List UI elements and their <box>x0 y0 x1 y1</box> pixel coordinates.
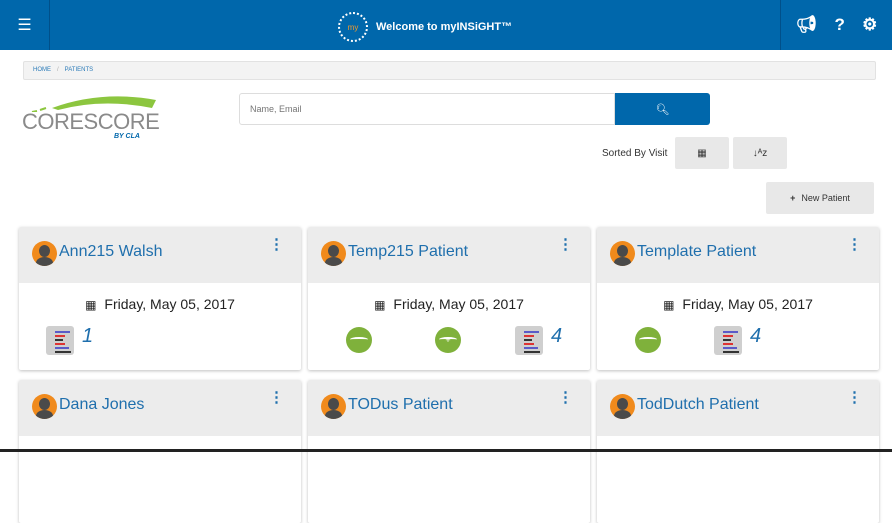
avatar-icon <box>32 394 57 419</box>
sort-alpha-icon: ↓ᴬz <box>752 147 768 159</box>
patient-name[interactable]: TODus Patient <box>348 396 453 414</box>
patient-name[interactable]: TodDutch Patient <box>637 396 759 414</box>
sort-by-date-button[interactable]: ▦ <box>675 137 729 169</box>
corescore-logo: CORESCORE BY CLA <box>22 92 162 148</box>
card-body: ▦ Friday, May 05, 2017 1 <box>19 283 301 370</box>
card-header: Ann215 Walsh ⋮ <box>19 227 301 283</box>
card-header: Temp215 Patient ⋮ <box>308 227 590 283</box>
help-icon[interactable]: ? <box>834 15 844 35</box>
visit-date: ▦ Friday, May 05, 2017 <box>19 296 301 312</box>
calendar-icon: ▦ <box>697 147 707 159</box>
menu-button[interactable]: ☰ <box>0 0 50 50</box>
patient-card: Template Patient ⋮ ▦ Friday, May 05, 2017 … <box>597 227 879 370</box>
search-input[interactable] <box>239 93 615 125</box>
patient-name[interactable]: Template Patient <box>637 243 756 261</box>
avatar-icon <box>610 241 635 266</box>
breadcrumb-patients[interactable]: PATIENTS <box>65 67 93 73</box>
report-icon[interactable] <box>46 326 74 355</box>
patient-name[interactable]: Dana Jones <box>59 396 144 414</box>
gear-icon[interactable]: ⚙ <box>862 15 877 35</box>
more-options-icon[interactable]: ⋮ <box>269 237 284 252</box>
avatar-icon <box>32 241 57 266</box>
app-title: Welcome to myINSiGHT™ <box>376 21 513 33</box>
card-header: TodDutch Patient ⋮ <box>597 380 879 436</box>
card-body: ▦ Friday, May 05, 2017 4 <box>597 283 879 370</box>
logo-subtitle: BY CLA <box>114 133 140 140</box>
breadcrumb-home[interactable]: HOME <box>33 67 51 73</box>
visit-date: ▦ Friday, May 05, 2017 <box>597 296 879 312</box>
sorted-by-label: Sorted By Visit <box>602 148 668 159</box>
report-count[interactable]: 1 <box>82 325 93 348</box>
report-count[interactable]: 4 <box>750 325 761 348</box>
calendar-icon: ▦ <box>374 298 386 312</box>
report-count[interactable]: 4 <box>551 325 562 348</box>
more-options-icon[interactable]: ⋮ <box>847 237 862 252</box>
myinsight-logo: my <box>338 12 368 42</box>
patient-card: Temp215 Patient ⋮ ▦ Friday, May 05, 2017 + … <box>308 227 590 370</box>
report-icon[interactable] <box>714 326 742 355</box>
plus-icon: + <box>790 193 796 203</box>
logo-text: my <box>347 22 359 32</box>
visit-date: ▦ Friday, May 05, 2017 <box>308 296 590 312</box>
avatar-icon <box>610 394 635 419</box>
card-header: TODus Patient ⋮ <box>308 380 590 436</box>
hamburger-icon: ☰ <box>17 17 32 34</box>
breadcrumb-separator: / <box>57 67 59 73</box>
more-options-icon[interactable]: ⋮ <box>558 390 573 405</box>
more-options-icon[interactable]: ⋮ <box>558 237 573 252</box>
megaphone-icon[interactable]: 📢︎ <box>796 15 818 35</box>
search-icon: 🔍︎ <box>655 103 670 116</box>
assessment-icon[interactable]: + <box>435 327 461 353</box>
avatar-icon <box>321 241 346 266</box>
patient-name[interactable]: Ann215 Walsh <box>59 243 162 261</box>
brand: my Welcome to myINSiGHT™ <box>338 12 512 42</box>
breadcrumb: HOME / PATIENTS <box>23 61 876 80</box>
more-options-icon[interactable]: ⋮ <box>269 390 284 405</box>
search-button[interactable]: 🔍︎ <box>615 93 710 125</box>
calendar-icon: ▦ <box>663 298 675 312</box>
visit-date-text: Friday, May 05, 2017 <box>104 296 235 312</box>
new-patient-button[interactable]: + New Patient <box>766 182 874 214</box>
avatar-icon <box>321 394 346 419</box>
report-icon[interactable] <box>515 326 543 355</box>
new-patient-label: New Patient <box>801 193 850 203</box>
calendar-icon: ▦ <box>85 298 97 312</box>
top-navbar: ☰ my Welcome to myINSiGHT™ 📢︎ ? ⚙ <box>0 0 892 50</box>
assessment-icon[interactable] <box>635 327 661 353</box>
header-actions: 📢︎ ? ⚙ <box>780 0 892 50</box>
card-body: ▦ Friday, May 05, 2017 + 4 <box>308 283 590 370</box>
patient-card: Ann215 Walsh ⋮ ▦ Friday, May 05, 2017 1 <box>19 227 301 370</box>
logo-name: CORESCORE <box>22 109 160 134</box>
more-options-icon[interactable]: ⋮ <box>847 390 862 405</box>
patient-name[interactable]: Temp215 Patient <box>348 243 468 261</box>
card-header: Dana Jones ⋮ <box>19 380 301 436</box>
visit-date-text: Friday, May 05, 2017 <box>393 296 524 312</box>
assessment-icon[interactable] <box>346 327 372 353</box>
visit-date-text: Friday, May 05, 2017 <box>682 296 813 312</box>
sort-alpha-button[interactable]: ↓ᴬz <box>733 137 787 169</box>
card-header: Template Patient ⋮ <box>597 227 879 283</box>
